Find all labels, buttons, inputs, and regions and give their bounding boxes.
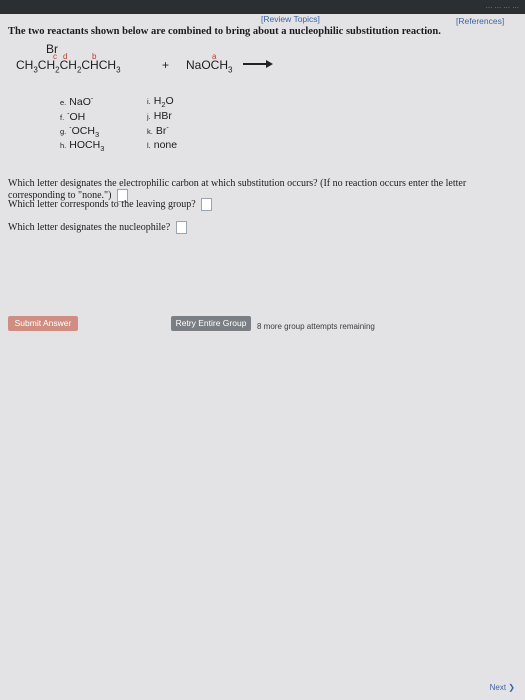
chevron-right-icon: ❯ [508, 683, 515, 692]
option-k: k. Br- [147, 124, 169, 137]
attempts-remaining: 8 more group attempts remaining [257, 322, 375, 331]
header-truncated-text: ... ... ... ... [485, 1, 519, 10]
question-intro: The two reactants shown below are combin… [8, 26, 441, 37]
question-2: Which letter corresponds to the leaving … [8, 198, 213, 211]
submit-answer-button[interactable]: Submit Answer [8, 316, 78, 331]
review-topics-link[interactable]: [Review Topics] [261, 14, 320, 24]
answer-input-3[interactable] [175, 221, 187, 234]
question-2-text: Which letter corresponds to the leaving … [8, 198, 196, 210]
top-bar: ... ... ... ... [0, 0, 525, 14]
plus-sign: + [162, 58, 170, 72]
reactant-1: CH3CH2CH2CHCH3 [16, 58, 121, 75]
next-label: Next [489, 683, 507, 692]
option-e: e. NaO- [60, 95, 94, 108]
references-link[interactable]: [References] [456, 16, 504, 26]
option-j: j. HBr [147, 110, 172, 122]
option-h: h. HOCH3 [60, 139, 105, 154]
reaction-arrow [243, 60, 273, 68]
answer-input-2[interactable] [201, 198, 213, 211]
option-f: f. -OH [60, 110, 86, 123]
reactant-2: NaOCH3 [186, 58, 233, 75]
option-g: g. -OCH3 [60, 124, 100, 139]
question-3: Which letter designates the nucleophile? [8, 221, 187, 234]
option-l: l. none [147, 139, 178, 151]
retry-entire-group-button[interactable]: Retry Entire Group [171, 316, 251, 331]
question-3-text: Which letter designates the nucleophile? [8, 221, 171, 233]
option-i: i. H2O [147, 95, 174, 110]
next-link[interactable]: Next ❯ [490, 683, 515, 692]
